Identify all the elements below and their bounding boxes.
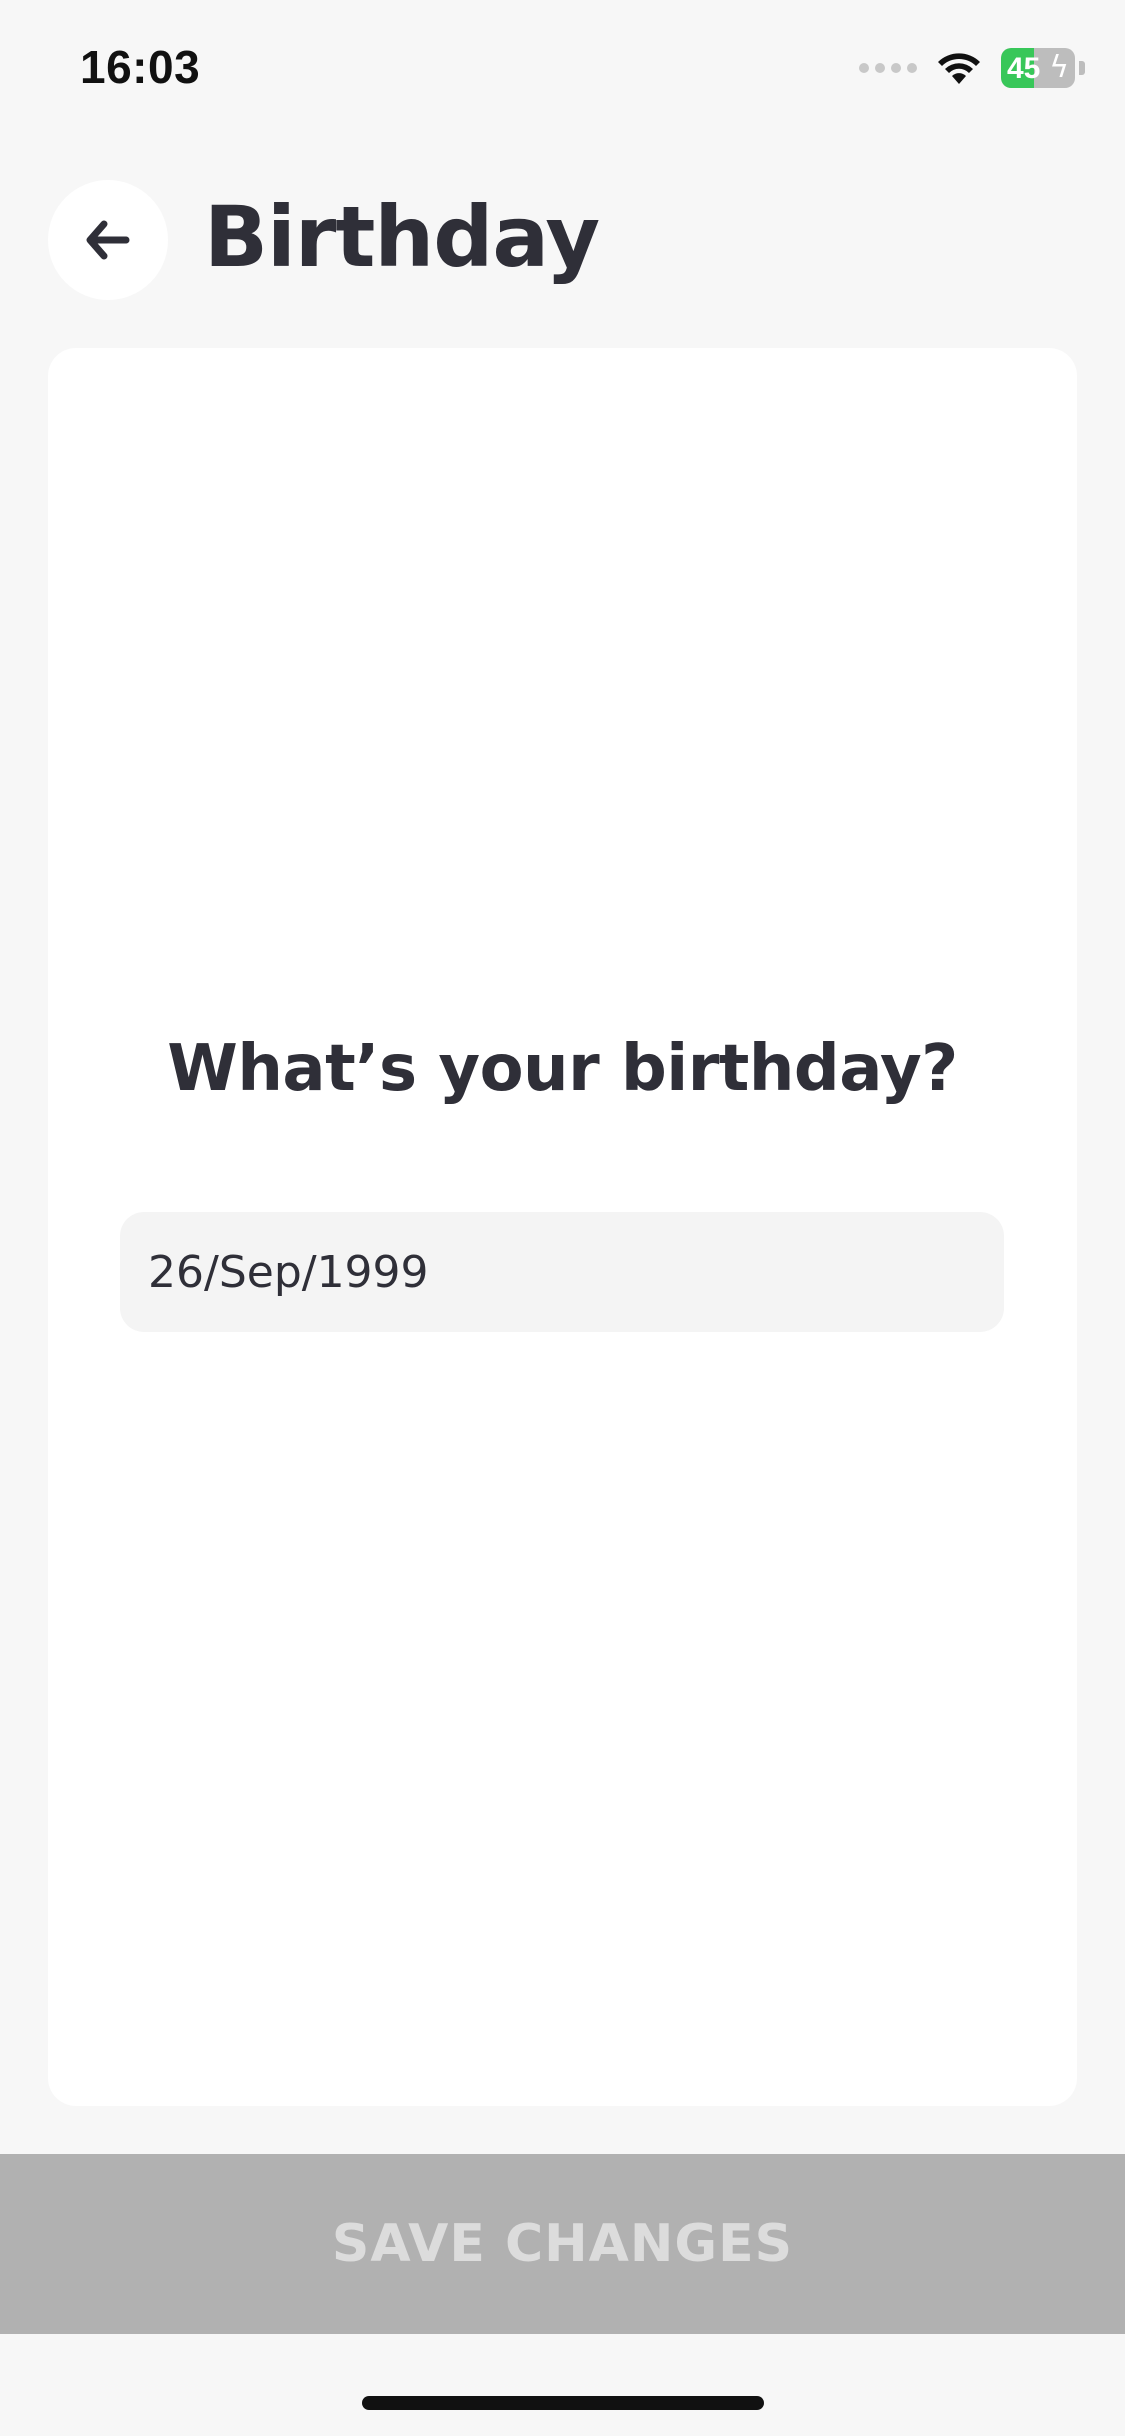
status-bar: 16:03 45 ϟ: [0, 0, 1125, 140]
status-time: 16:03: [80, 41, 201, 93]
birthday-question: What’s your birthday?: [167, 1032, 958, 1106]
birthday-date-field[interactable]: 26/Sep/1999: [120, 1212, 1004, 1332]
header: Birthday: [0, 170, 1125, 310]
save-changes-button[interactable]: SAVE CHANGES: [0, 2154, 1125, 2334]
wifi-icon: [938, 53, 980, 84]
battery-level: 45: [1007, 52, 1041, 85]
home-indicator: [362, 2396, 764, 2410]
page-title: Birthday: [204, 188, 600, 286]
back-button[interactable]: [48, 180, 168, 300]
bolt-icon: ϟ: [1049, 50, 1069, 85]
battery-cap: [1079, 61, 1085, 75]
cellular-signal-icon: [859, 63, 917, 73]
birthday-card: What’s your birthday? 26/Sep/1999: [48, 348, 1077, 2106]
status-indicators: 45 ϟ: [859, 48, 1085, 88]
battery-icon: 45 ϟ: [1001, 48, 1075, 88]
arrow-left-icon: [86, 220, 130, 260]
